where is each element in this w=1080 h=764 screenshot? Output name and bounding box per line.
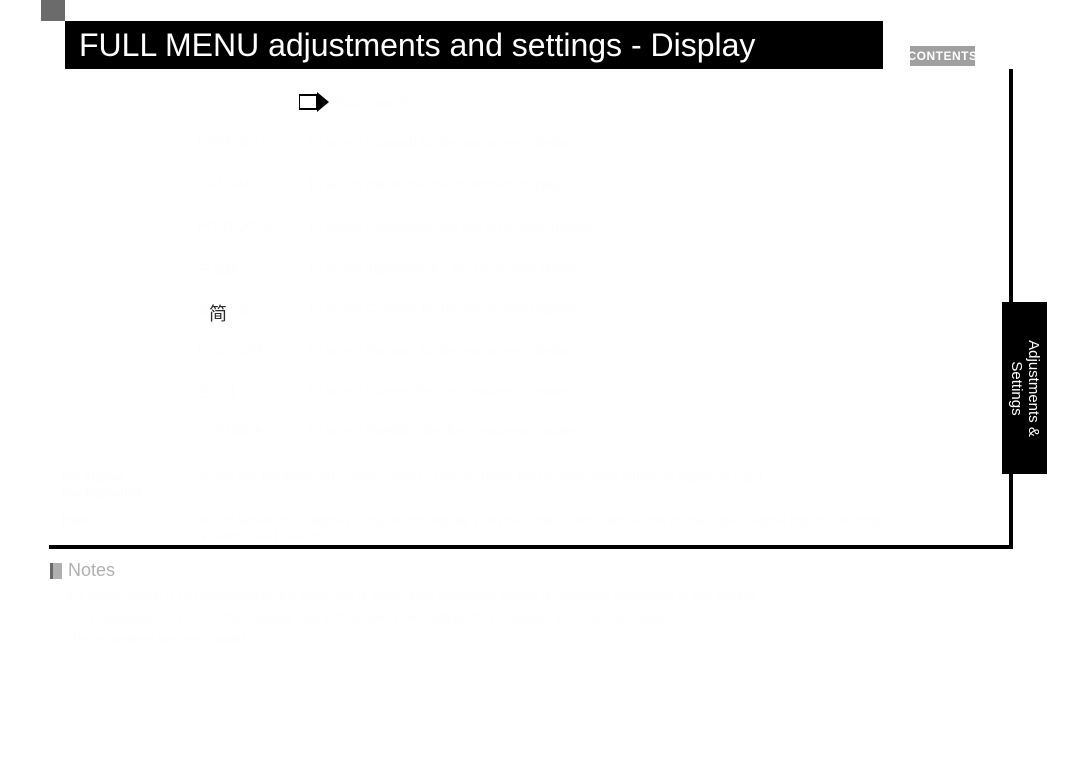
table-row: РУССКИЙ To select Russian for the on-scr…	[61, 342, 867, 358]
table-row: Icon To set whether to display (On) or n…	[61, 512, 897, 544]
side-tab-line1: Adjustments &	[1025, 340, 1042, 437]
description: To select Korean for the on-screen displ…	[307, 382, 867, 398]
selection-value: 한국어	[197, 382, 307, 402]
description: To select Chinese for the on-screen disp…	[307, 300, 867, 316]
selection-value: 日本語	[197, 260, 307, 280]
title-bar: FULL MENU adjustments and settings - Dis…	[65, 21, 883, 69]
continued-arrow-icon	[299, 92, 329, 112]
table-row: SVENSKA To select Swedish for the on-scr…	[61, 422, 867, 438]
description: To set the background screen color to bl…	[197, 468, 897, 484]
contents-button[interactable]: CONTENTS	[910, 46, 975, 66]
side-tab-adjustments[interactable]: Adjustments & Settings	[1002, 302, 1047, 474]
display-items-table: No signal background To set the backgrou…	[61, 460, 989, 544]
item-label: No signal background	[61, 468, 197, 500]
list-item: If a signal, which is not supported by t…	[54, 587, 1010, 605]
language-subtable: ESPAÑOL To select Spanish for the on-scr…	[61, 120, 989, 453]
side-tab-label: Adjustments & Settings	[1008, 340, 1041, 437]
selection-value: ITALIANO	[197, 176, 307, 192]
page-title: FULL MENU adjustments and settings - Dis…	[79, 27, 755, 64]
continued-label: (Continued)	[335, 94, 408, 110]
table-row: 简体中文 To select Chinese for the on-screen…	[61, 300, 867, 320]
contents-button-label: CONTENTS	[908, 49, 978, 63]
table-row: ESPAÑOL To select Spanish for the on-scr…	[61, 134, 867, 150]
selection-value: SVENSKA	[197, 422, 307, 438]
description: To select Russian for the on-screen disp…	[307, 342, 867, 358]
binding-stub	[41, 0, 65, 21]
notes-heading: Notes	[68, 560, 115, 581]
chinese-initial-glyph: 简	[209, 300, 227, 326]
list-item-continuation: (Those settings become invalid.)	[54, 630, 1010, 648]
description: To select Swedish for the on-screen disp…	[307, 422, 867, 438]
description: To set whether to display (On) or not di…	[197, 512, 897, 544]
notes-bullet-icon	[50, 563, 62, 579]
description: To select Japanese for the on-screen dis…	[307, 260, 867, 276]
description: To select Portuguese for the on-screen d…	[307, 218, 867, 234]
continued-indicator: (Continued)	[299, 92, 408, 112]
table-row: No signal background To set the backgrou…	[61, 468, 897, 500]
selection-value: PORTUGUÊS	[197, 218, 307, 234]
item-label: Icon	[61, 512, 197, 528]
notes-section: Notes If a signal, which is not supporte…	[50, 560, 1010, 652]
table-row: 한국어 To select Korean for the on-screen d…	[61, 382, 867, 402]
description: To select Spanish for the on-screen disp…	[307, 134, 867, 150]
description: To select Italian for the on-screen disp…	[307, 176, 867, 192]
side-tab-line2: Settings	[1008, 340, 1025, 437]
list-item: It is impossible to exit from the "Displ…	[54, 609, 1010, 627]
table-row: ITALIANO To select Italian for the on-sc…	[61, 176, 867, 192]
selection-value: РУССКИЙ	[197, 342, 307, 358]
table-row: PORTUGUÊS To select Portuguese for the o…	[61, 218, 867, 234]
selection-value: ESPAÑOL	[197, 134, 307, 150]
notes-list: If a signal, which is not supported by t…	[50, 587, 1010, 648]
notes-header: Notes	[50, 560, 1010, 581]
table-row: 日本語 To select Japanese for the on-screen…	[61, 260, 867, 280]
